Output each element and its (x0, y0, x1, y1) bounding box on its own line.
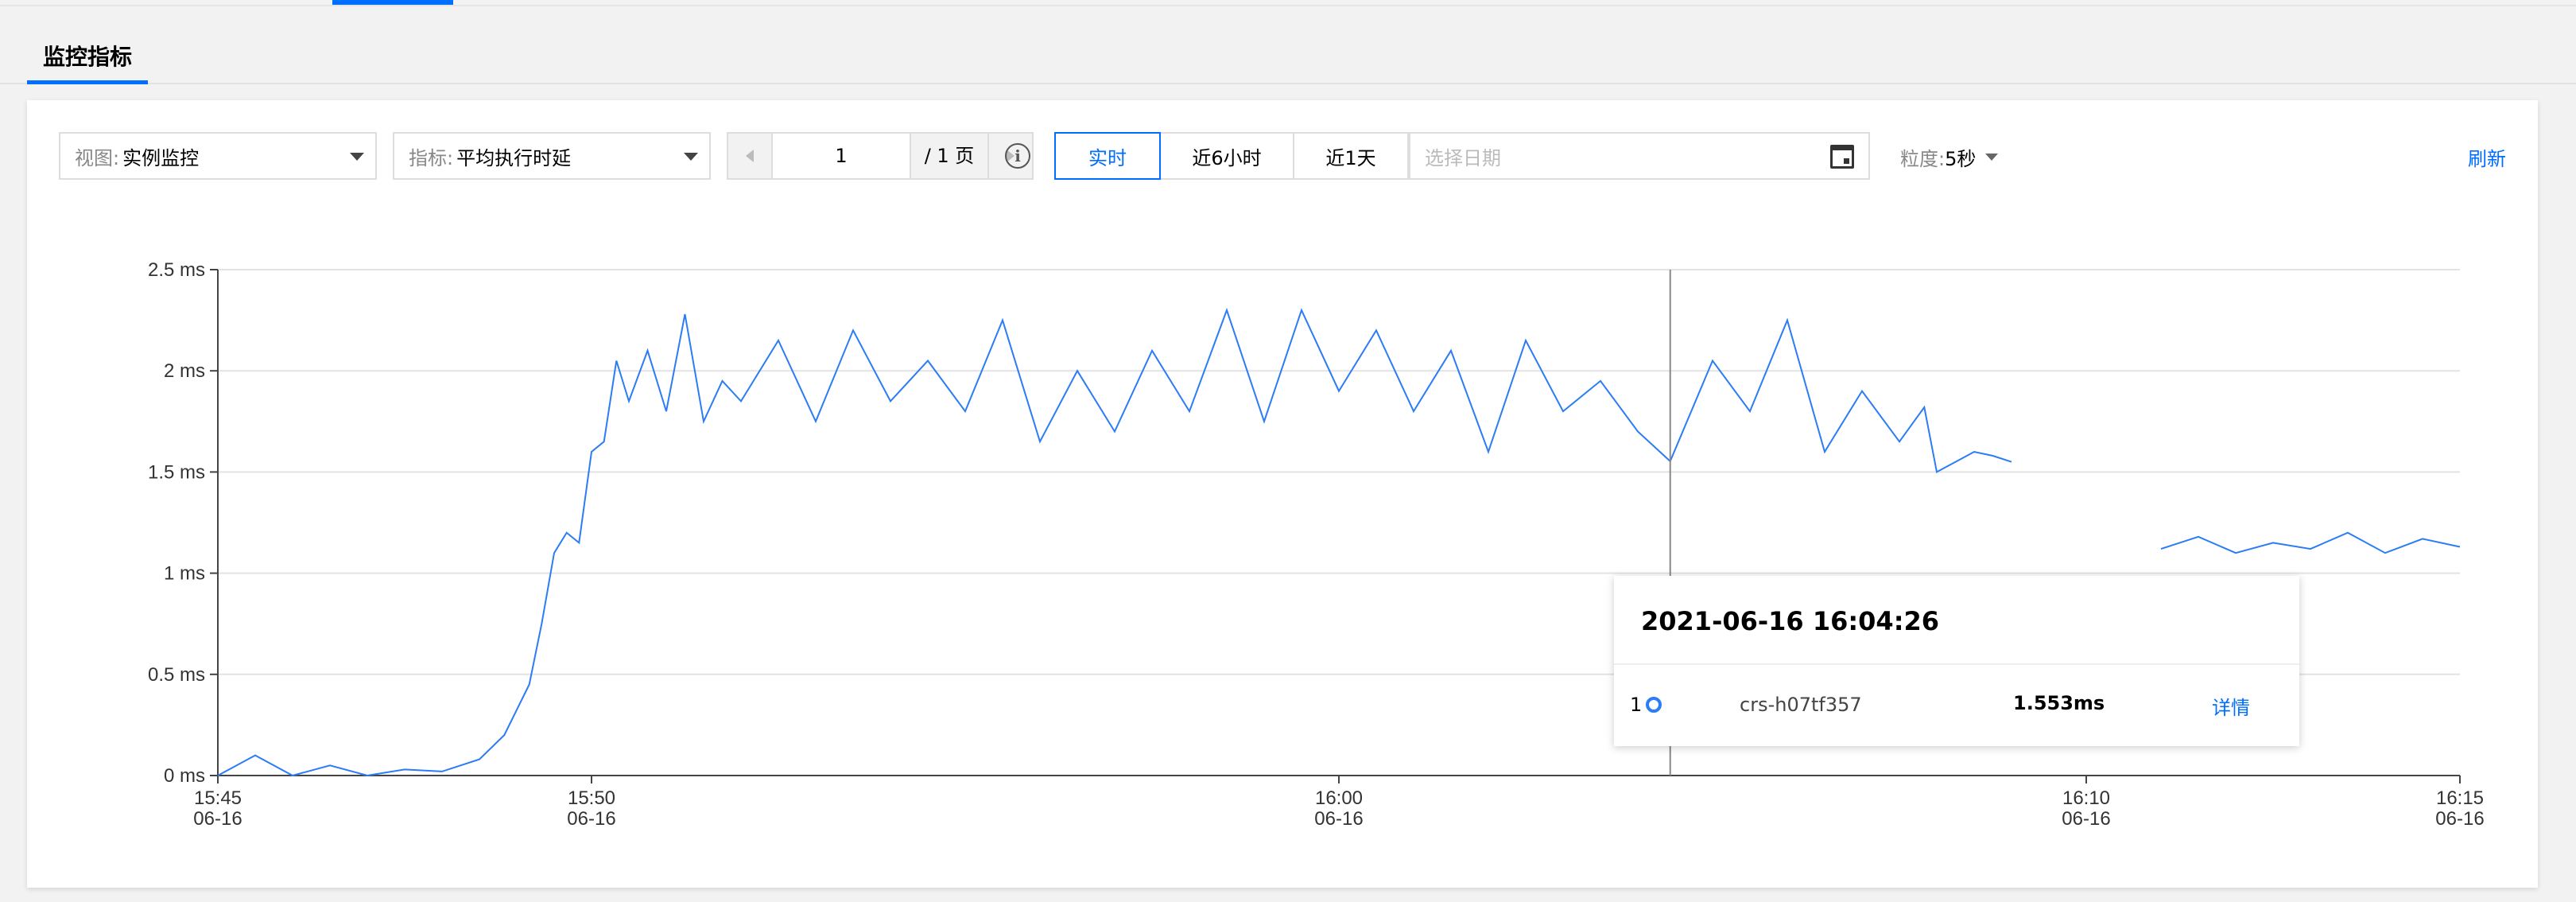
top-tab-strip (0, 0, 2576, 6)
x-tick-label: 16:00 (1315, 787, 1363, 809)
x-tick-date-label: 06-16 (2435, 808, 2484, 830)
top-tab-active-indicator (332, 0, 453, 5)
x-tick-date-label: 06-16 (193, 808, 242, 830)
tooltip-divider (1614, 663, 2299, 665)
x-tick-label: 15:45 (194, 787, 242, 809)
section-header: 监控指标 (0, 6, 2576, 84)
x-tick-label: 16:15 (2436, 787, 2484, 809)
monitoring-card: 视图: 实例监控 指标: 平均执行时延 1 / 1 页 i 实时 近6小时 近1… (27, 100, 2538, 888)
tooltip-time: 2021-06-16 16:04:26 (1641, 606, 1940, 636)
tooltip-instance-name: crs-h07tf357 (1740, 694, 1862, 716)
latency-line-chart: 0 ms0.5 ms1 ms1.5 ms2 ms2.5 ms15:4506-16… (148, 259, 2485, 830)
chart-tooltip: 2021-06-16 16:04:26 1 crs-h07tf357 1.553… (1614, 576, 2299, 746)
y-tick-label: 1.5 ms (148, 461, 205, 483)
tooltip-detail-link[interactable]: 详情 (2212, 692, 2250, 720)
series-marker-icon (1646, 697, 1662, 713)
y-tick-label: 0 ms (164, 765, 205, 787)
y-tick-label: 1 ms (164, 563, 205, 585)
x-tick-label: 15:50 (568, 787, 615, 809)
x-tick-date-label: 06-16 (2062, 808, 2110, 830)
x-tick-date-label: 06-16 (1314, 808, 1363, 830)
y-tick-label: 0.5 ms (148, 664, 205, 686)
x-tick-date-label: 06-16 (567, 808, 615, 830)
series-line-2 (2160, 531, 2461, 554)
y-tick-label: 2.5 ms (148, 259, 205, 281)
tab-monitoring-metrics[interactable]: 监控指标 (27, 41, 149, 84)
x-tick-label: 16:10 (2062, 787, 2110, 809)
tooltip-index: 1 (1630, 694, 1643, 716)
y-tick-label: 2 ms (164, 360, 205, 382)
range-realtime-button[interactable]: 实时 (1054, 132, 1161, 180)
tooltip-value: 1.553ms (2013, 692, 2105, 714)
